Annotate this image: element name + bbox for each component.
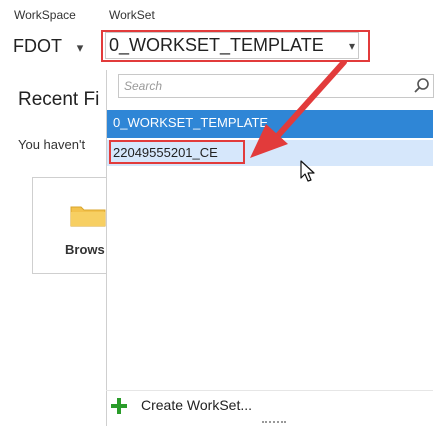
annotation-box-item [109,140,245,164]
search-icon[interactable] [413,77,431,95]
annotation-arrow [250,60,347,158]
folder-icon [70,206,106,227]
workspace-dropdown[interactable]: FDOT ▾ [13,36,83,57]
recent-files-title: Recent Fi [18,89,100,110]
browse-label: Brows [65,242,105,257]
workset-label: WorkSet [109,8,155,22]
annotation-box-workset [101,30,370,62]
mouse-cursor-icon [300,160,315,182]
workspace-label: WorkSpace [14,8,76,22]
divider [106,390,433,391]
create-workset-button[interactable]: Create WorkSet... [110,395,330,417]
workspace-value: FDOT [13,36,62,56]
empty-recent-text: You haven't [18,137,86,152]
workspace-chevron-icon: ▾ [76,40,84,55]
plus-icon [111,398,127,414]
search-placeholder: Search [124,79,163,93]
browse-card[interactable]: Brows [32,177,106,274]
resize-grip[interactable] [262,421,286,425]
create-workset-label: Create WorkSet... [141,397,253,413]
